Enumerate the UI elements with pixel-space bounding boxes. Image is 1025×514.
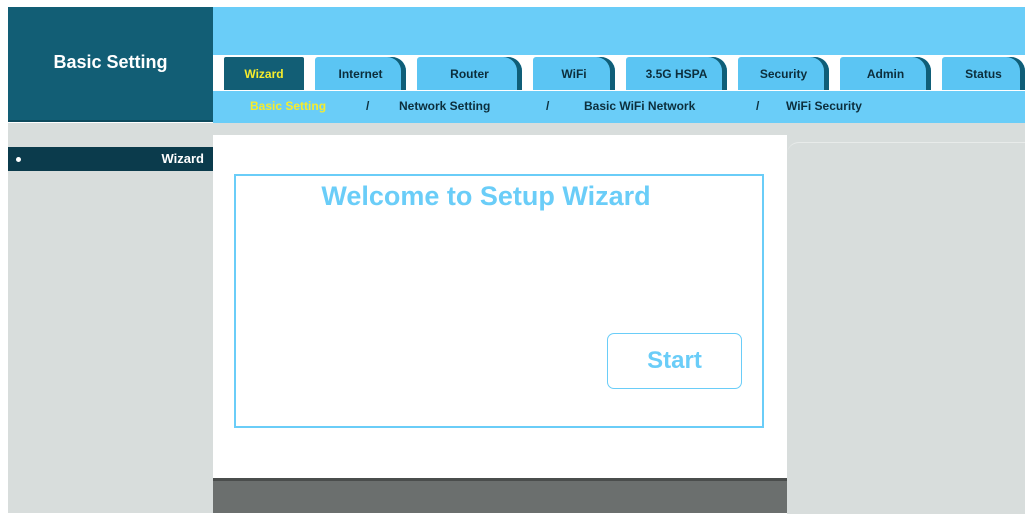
subnav-basic-wifi-network[interactable]: Basic WiFi Network: [584, 99, 695, 113]
tab-3-5g-hspa[interactable]: 3.5G HSPA: [626, 57, 727, 90]
subnav-separator: /: [756, 99, 760, 113]
bullet-icon: [16, 157, 21, 162]
brand-title: Basic Setting: [53, 52, 168, 72]
start-button[interactable]: Start: [607, 333, 742, 389]
subnav-wifi-security[interactable]: WiFi Security: [786, 99, 862, 113]
sidebar-item-label: Wizard: [161, 151, 205, 166]
sidebar: [8, 123, 213, 513]
tab-status[interactable]: Status: [942, 57, 1025, 90]
tab-wizard[interactable]: Wizard: [224, 57, 304, 90]
active-pointer-icon: [213, 149, 225, 171]
wizard-panel: [234, 174, 764, 428]
tab-security[interactable]: Security: [738, 57, 829, 90]
tab-router[interactable]: Router: [417, 57, 522, 90]
tab-admin[interactable]: Admin: [840, 57, 931, 90]
subnav-basic-setting[interactable]: Basic Setting: [250, 99, 326, 113]
wizard-title: Welcome to Setup Wizard: [321, 181, 651, 211]
subnav-separator: /: [366, 99, 370, 113]
brand-divider: [8, 120, 213, 122]
subnav-network-setting[interactable]: Network Setting: [399, 99, 490, 113]
subnav-separator: /: [546, 99, 550, 113]
footer-bar: [213, 478, 787, 513]
right-panel: [787, 142, 1025, 514]
tab-wifi[interactable]: WiFi: [533, 57, 615, 90]
header-band: [213, 7, 1025, 55]
tab-internet[interactable]: Internet: [315, 57, 406, 90]
